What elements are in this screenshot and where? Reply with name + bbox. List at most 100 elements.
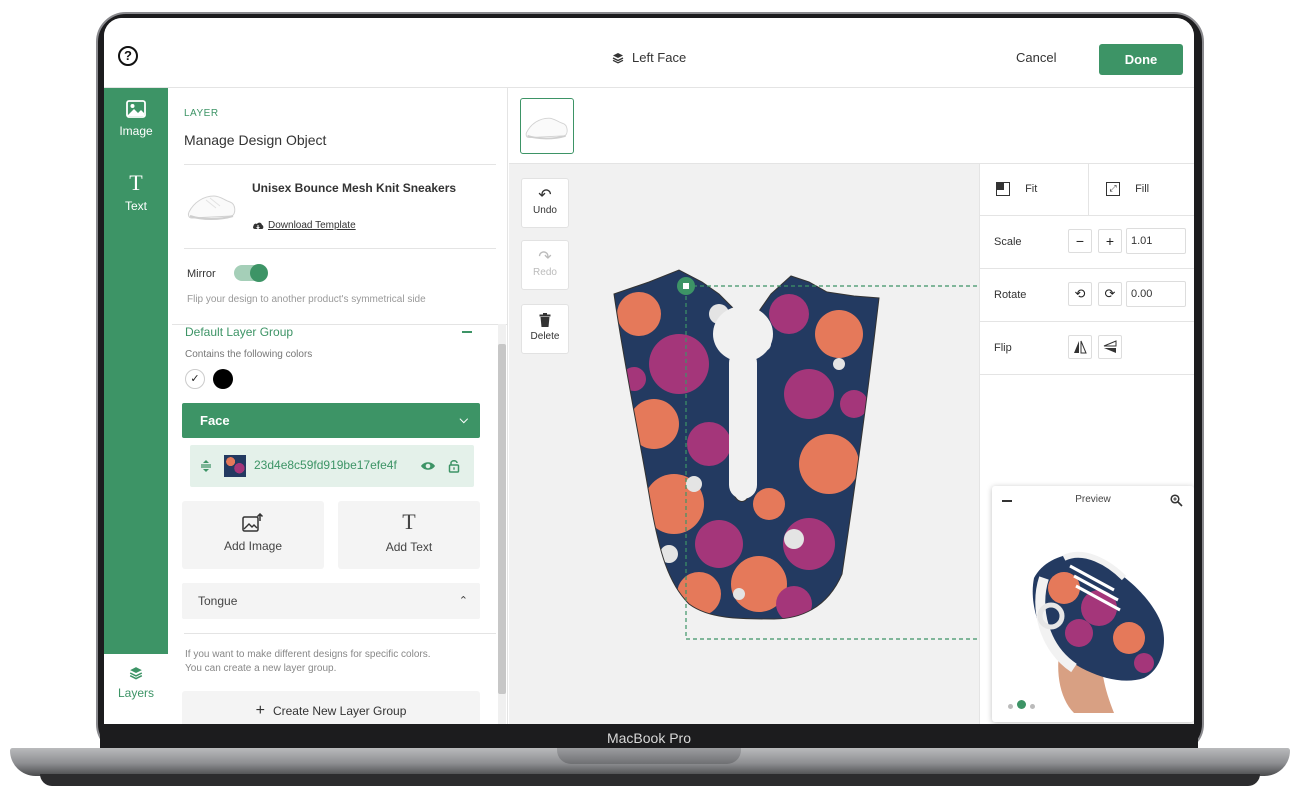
carousel-dot-active[interactable] — [1017, 700, 1026, 710]
layer-group-info: If you want to make different designs fo… — [185, 648, 485, 676]
help-icon[interactable]: ? — [118, 46, 138, 66]
panel-scrollbar-thumb[interactable] — [498, 344, 506, 694]
add-image-icon — [242, 513, 264, 532]
preview-title: Preview — [1075, 494, 1111, 505]
layer-group-title[interactable]: Default Layer Group — [185, 325, 293, 339]
rail-item-label: Image — [119, 124, 153, 138]
preview-card: Preview — [992, 486, 1194, 722]
flip-vertical-icon — [1103, 340, 1117, 353]
scale-label: Scale — [994, 236, 1022, 248]
divider — [184, 633, 496, 634]
design-canvas[interactable]: ↶ Undo ↷ Redo Delete — [509, 164, 979, 724]
device-label: MacBook Pro — [606, 730, 692, 746]
info-line: You can create a new layer group. — [185, 663, 337, 674]
divider — [184, 164, 496, 165]
app-screen: ? Left Face Cancel Done Image T Text Lay… — [104, 18, 1194, 724]
flip-horizontal-button[interactable] — [1068, 335, 1092, 359]
eye-icon[interactable] — [420, 460, 436, 472]
color-swatch-black[interactable] — [213, 369, 233, 389]
fill-icon: ⤢ — [1106, 182, 1120, 196]
design-artwork[interactable] — [509, 164, 979, 724]
download-template-link[interactable]: Download Template — [252, 220, 356, 231]
product-thumbnail — [525, 117, 568, 140]
plus-icon: + — [255, 702, 265, 719]
layers-icon — [129, 667, 143, 680]
fill-label: Fill — [1135, 183, 1150, 195]
rail-layers-label: Layers — [117, 686, 155, 700]
collapse-icon[interactable] — [462, 331, 472, 333]
text-icon: T — [402, 509, 416, 534]
transform-panel: Fit ⤢ Fill Scale − + 1.01 Rotate ⟲ ⟳ 0.0… — [979, 164, 1194, 724]
laptop-base-shadow — [40, 774, 1260, 786]
top-bar: ? Left Face Cancel Done — [104, 18, 1194, 88]
chevron-up-icon: ⌃ — [458, 595, 468, 607]
rotate-row: Rotate ⟲ ⟳ 0.00 — [980, 269, 1194, 322]
fill-button[interactable]: ⤢ Fill — [1106, 182, 1186, 200]
rotate-left-button[interactable]: ⟲ — [1068, 282, 1092, 306]
colors-label: Contains the following colors — [185, 349, 313, 360]
rotate-right-button[interactable]: ⟳ — [1098, 282, 1122, 306]
carousel-dot[interactable] — [1008, 704, 1013, 709]
side-rail: Image T Text — [104, 88, 168, 654]
layer-thumbnail — [224, 455, 246, 477]
tongue-layer-group-header[interactable]: Tongue ⌃ — [182, 583, 480, 619]
flip-horizontal-icon — [1074, 340, 1087, 354]
image-icon — [126, 100, 146, 118]
product-preview-image — [1032, 551, 1164, 713]
drag-handle-icon[interactable] — [200, 459, 212, 473]
divider — [1088, 164, 1089, 216]
flip-row: Flip — [980, 322, 1194, 375]
create-layer-group-label: Create New Layer Group — [272, 704, 407, 718]
done-button[interactable]: Done — [1099, 44, 1183, 75]
layer-row[interactable]: 23d4e8c59fd919be17efe4f — [190, 445, 474, 487]
laptop-base-notch — [557, 748, 741, 764]
flip-label: Flip — [994, 342, 1012, 354]
create-layer-group-button[interactable]: + Create New Layer Group — [182, 691, 480, 724]
rail-item-layers[interactable]: Layers — [104, 654, 168, 724]
zoom-icon[interactable] — [1170, 494, 1183, 507]
fit-label: Fit — [1025, 183, 1038, 195]
panel-title: Manage Design Object — [184, 132, 327, 148]
rail-item-image[interactable]: Image — [104, 100, 168, 138]
product-name: Unisex Bounce Mesh Knit Sneakers — [252, 181, 457, 195]
add-image-button[interactable]: Add Image — [182, 501, 324, 569]
flip-vertical-button[interactable] — [1098, 335, 1122, 359]
fit-button[interactable]: Fit — [996, 182, 1086, 200]
scale-input[interactable]: 1.01 — [1126, 228, 1186, 254]
rotate-input[interactable]: 0.00 — [1126, 281, 1186, 307]
cancel-button[interactable]: Cancel — [1016, 50, 1056, 65]
layer-group-list: Default Layer Group Contains the followi… — [172, 324, 508, 724]
divider — [184, 248, 496, 249]
add-text-label: Add Text — [385, 540, 433, 554]
add-image-label: Add Image — [223, 539, 283, 553]
carousel-dot[interactable] — [1030, 704, 1035, 709]
view-thumbnail-strip — [509, 88, 1194, 164]
color-swatch-white[interactable]: ✓ — [185, 369, 205, 389]
rotate-label: Rotate — [994, 289, 1027, 301]
fit-icon — [996, 182, 1010, 196]
tongue-label: Tongue — [198, 594, 238, 608]
layers-icon — [612, 52, 624, 64]
section-tag: LAYER — [184, 108, 219, 119]
add-text-button[interactable]: T Add Text — [338, 501, 480, 569]
mirror-label: Mirror — [187, 268, 216, 280]
info-line: If you want to make different designs fo… — [185, 649, 431, 660]
scale-increase-button[interactable]: + — [1098, 229, 1122, 253]
fit-fill-row: Fit ⤢ Fill — [980, 164, 1194, 216]
scale-decrease-button[interactable]: − — [1068, 229, 1092, 253]
lock-open-icon[interactable] — [448, 459, 460, 473]
mirror-toggle[interactable] — [234, 264, 268, 282]
chevron-down-icon: ⌵ — [459, 414, 468, 426]
face-layer-group-header[interactable]: Face ⌵ — [182, 403, 480, 438]
product-thumbnail — [187, 195, 236, 220]
view-thumbnail-left-face[interactable] — [520, 98, 574, 154]
mirror-description: Flip your design to another product's sy… — [187, 294, 426, 305]
layer-panel: LAYER Manage Design Object Unisex Bounce… — [172, 88, 508, 724]
rail-item-label: Text — [124, 199, 147, 213]
download-template-label: Download Template — [268, 220, 356, 231]
face-label: Face — [200, 413, 230, 428]
scale-row: Scale − + 1.01 — [980, 216, 1194, 269]
layer-id: 23d4e8c59fd919be17efe4f — [254, 458, 397, 472]
rail-item-text[interactable]: T Text — [104, 172, 168, 214]
selection-delete-handle[interactable] — [677, 277, 695, 295]
